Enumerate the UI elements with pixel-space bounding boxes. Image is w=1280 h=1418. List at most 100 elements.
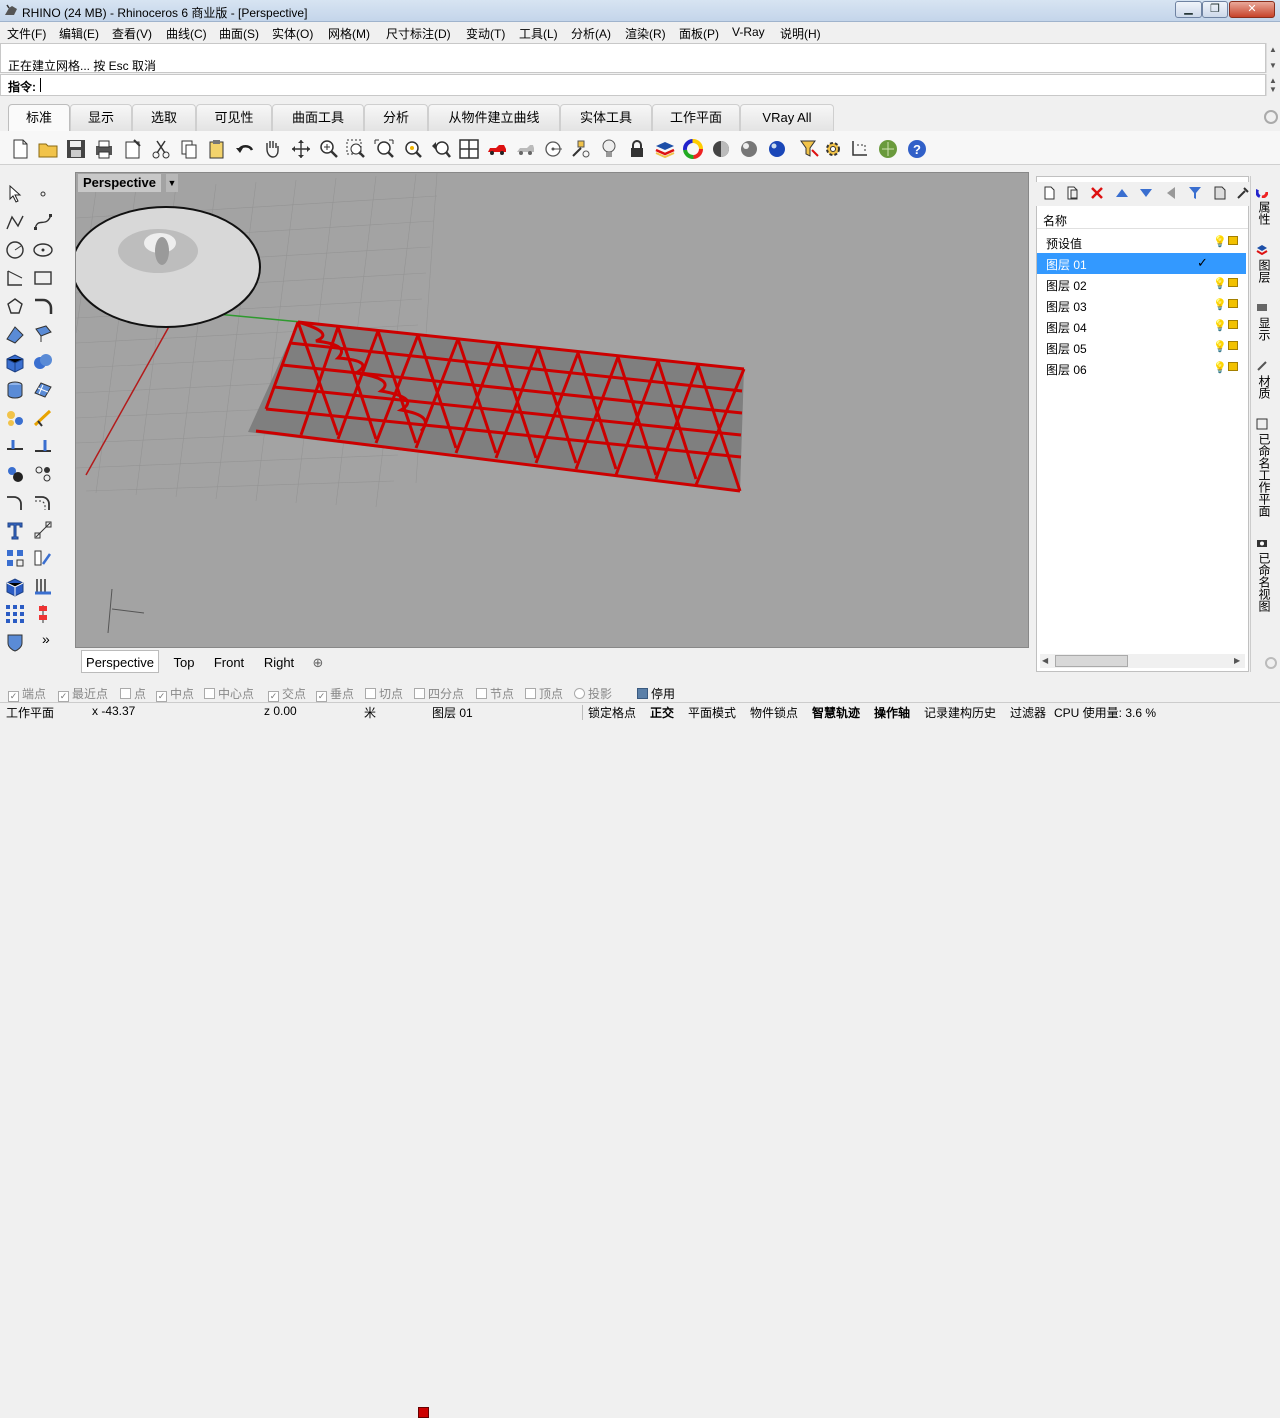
rebuild-icon[interactable] bbox=[32, 603, 54, 625]
viewport-tab-perspective[interactable]: Perspective bbox=[81, 650, 159, 673]
rotate-view-icon[interactable] bbox=[290, 138, 312, 160]
tab-solid-tools[interactable]: 实体工具 bbox=[560, 104, 652, 131]
circle-tool-icon[interactable] bbox=[4, 239, 26, 261]
status-ortho[interactable]: 正交 bbox=[650, 704, 674, 721]
viewport-tab-right[interactable]: Right bbox=[257, 650, 301, 673]
close-button[interactable]: ✕ bbox=[1229, 1, 1275, 18]
tab-select[interactable]: 选取 bbox=[132, 104, 196, 131]
rectangle-icon[interactable] bbox=[32, 267, 54, 289]
lightbulb-icon[interactable] bbox=[598, 138, 620, 160]
command-history[interactable]: 正在建立网格... 按 Esc 取消 bbox=[0, 43, 1266, 73]
viewport-title[interactable]: Perspective bbox=[78, 174, 161, 192]
menu-file[interactable]: 文件(F) bbox=[7, 25, 46, 42]
checkbox-checked-icon[interactable]: ✓ bbox=[8, 691, 19, 702]
osnap-disable[interactable]: 停用 bbox=[637, 685, 675, 702]
osnap-mid[interactable]: ✓ 中点 bbox=[156, 685, 194, 702]
object-snap-icon[interactable] bbox=[570, 138, 592, 160]
copy-icon[interactable] bbox=[178, 138, 200, 160]
grid-snap-icon[interactable] bbox=[850, 138, 872, 160]
color-wheel-icon[interactable] bbox=[682, 138, 704, 160]
explode-icon[interactable] bbox=[4, 407, 26, 429]
material-sphere-icon[interactable] bbox=[766, 138, 788, 160]
checkbox-icon[interactable] bbox=[365, 688, 376, 699]
tab-curve-from-objects[interactable]: 从物件建立曲线 bbox=[428, 104, 560, 131]
scroll-right-icon[interactable]: ▶ bbox=[1234, 656, 1240, 665]
minimize-button[interactable]: ▁ bbox=[1175, 1, 1202, 18]
checkbox-icon[interactable] bbox=[637, 688, 648, 699]
save-icon[interactable] bbox=[65, 138, 87, 160]
layer-row[interactable]: 图层 06 💡 bbox=[1037, 358, 1246, 379]
layer-row[interactable]: 预设值 💡 bbox=[1037, 232, 1246, 253]
layers-scroll-thumb[interactable] bbox=[1055, 655, 1128, 667]
lock-icon[interactable] bbox=[626, 138, 648, 160]
group-icon[interactable] bbox=[4, 463, 26, 485]
boolean-union-icon[interactable] bbox=[32, 351, 54, 373]
arc-icon[interactable] bbox=[4, 267, 26, 289]
layer-row[interactable]: 图层 02 💡 bbox=[1037, 274, 1246, 295]
checkbox-icon[interactable] bbox=[414, 688, 425, 699]
cylinder-icon[interactable] bbox=[4, 379, 26, 401]
plugin-globe-icon[interactable] bbox=[877, 138, 899, 160]
menu-tools[interactable]: 工具(L) bbox=[519, 25, 558, 42]
paste-icon[interactable] bbox=[206, 138, 228, 160]
checkbox-icon[interactable] bbox=[120, 688, 131, 699]
shaded-car-icon[interactable] bbox=[486, 138, 508, 160]
maximize-button[interactable]: ❐ bbox=[1202, 1, 1228, 18]
osnap-project[interactable]: 投影 bbox=[574, 685, 612, 702]
template-icon[interactable] bbox=[122, 138, 144, 160]
layer-row[interactable]: 图层 03 💡 bbox=[1037, 295, 1246, 316]
menu-view[interactable]: 查看(V) bbox=[112, 25, 152, 42]
zoom-selected-icon[interactable] bbox=[402, 138, 424, 160]
status-cplane[interactable]: 工作平面 bbox=[6, 704, 54, 721]
tab-vray-all[interactable]: VRay All bbox=[740, 104, 834, 131]
lightbulb-on-icon[interactable]: 💡 bbox=[1213, 298, 1227, 311]
offset-curve-icon[interactable] bbox=[32, 491, 54, 513]
scroll-down-icon[interactable]: ▼ bbox=[1269, 61, 1277, 70]
osnap-intersection[interactable]: ✓ 交点 bbox=[268, 685, 306, 702]
osnap-perpendicular[interactable]: ✓ 垂点 bbox=[316, 685, 354, 702]
pan-hand-icon[interactable] bbox=[261, 138, 283, 160]
tab-surface-tools[interactable]: 曲面工具 bbox=[272, 104, 364, 131]
zoom-window-icon[interactable] bbox=[345, 138, 367, 160]
menu-panels[interactable]: 面板(P) bbox=[679, 25, 719, 42]
scroll-up-icon[interactable]: ▲ bbox=[1269, 45, 1277, 54]
viewport-tab-top[interactable]: Top bbox=[167, 650, 201, 673]
join-icon[interactable] bbox=[32, 435, 54, 457]
scroll-up-icon[interactable]: ▲ bbox=[1269, 76, 1277, 85]
tab-visibility[interactable]: 可见性 bbox=[196, 104, 272, 131]
more-tools-icon[interactable]: » bbox=[42, 631, 50, 647]
current-layer-check-icon[interactable]: ✓ bbox=[1197, 255, 1208, 271]
undo-icon[interactable] bbox=[234, 138, 256, 160]
status-gumball[interactable]: 操作轴 bbox=[874, 704, 910, 721]
menu-render[interactable]: 渲染(R) bbox=[625, 25, 666, 42]
menu-solid[interactable]: 实体(O) bbox=[272, 25, 313, 42]
dot-grid-icon[interactable] bbox=[4, 603, 26, 625]
move-left-icon[interactable] bbox=[1164, 186, 1178, 200]
filter-icon[interactable] bbox=[1188, 186, 1202, 200]
trim-icon[interactable] bbox=[32, 407, 54, 429]
menu-edit[interactable]: 编辑(E) bbox=[59, 25, 99, 42]
four-viewports-icon[interactable] bbox=[458, 138, 480, 160]
shield-surface-icon[interactable] bbox=[4, 631, 26, 653]
undo-view-icon[interactable] bbox=[430, 138, 452, 160]
box-solid-icon[interactable] bbox=[4, 351, 26, 373]
zoom-extents-icon[interactable] bbox=[373, 138, 395, 160]
tab-analyze[interactable]: 分析 bbox=[364, 104, 428, 131]
osnap-quadrant[interactable]: 四分点 bbox=[414, 685, 464, 702]
cut-icon[interactable] bbox=[150, 138, 172, 160]
unlocked-icon[interactable] bbox=[1228, 341, 1238, 350]
layer-row[interactable]: 图层 04 💡 bbox=[1037, 316, 1246, 337]
rendered-sphere-icon[interactable] bbox=[738, 138, 760, 160]
lightbulb-on-icon[interactable]: 💡 bbox=[1213, 361, 1227, 374]
osnap-end[interactable]: ✓ 端点 bbox=[8, 685, 46, 702]
status-osnap[interactable]: 物件锁点 bbox=[750, 704, 798, 721]
status-smarttrack[interactable]: 智慧轨迹 bbox=[812, 704, 860, 721]
options-gear-icon[interactable] bbox=[822, 138, 844, 160]
layers-column-header[interactable]: 名称 bbox=[1037, 209, 1248, 229]
side-tab-layers[interactable]: 图层 bbox=[1251, 259, 1273, 283]
move-up-icon[interactable] bbox=[1115, 186, 1129, 200]
new-file-icon[interactable] bbox=[9, 138, 31, 160]
lightbulb-on-icon[interactable]: 💡 bbox=[1213, 277, 1227, 290]
osnap-center[interactable]: 中心点 bbox=[204, 685, 254, 702]
status-record-history[interactable]: 记录建构历史 bbox=[924, 704, 996, 721]
